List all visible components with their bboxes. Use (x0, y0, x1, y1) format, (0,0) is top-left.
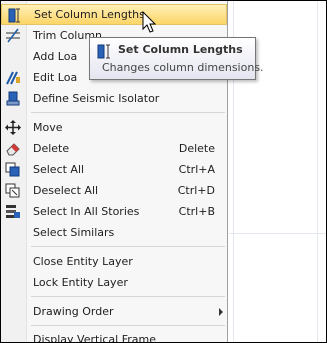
menu-item-label: Delete (33, 142, 70, 155)
menu-item-set-column-lengths[interactable]: Set Column Lengths (1, 4, 227, 25)
menu-item-select-in-all-stories[interactable]: Select In All Stories Ctrl+B (1, 201, 227, 222)
menu-item-select-all[interactable]: Select All Ctrl+A (1, 159, 227, 180)
menu-item-select-similars[interactable]: Select Similars (1, 222, 227, 243)
grid-line (229, 233, 326, 234)
menu-item-label: Define Seismic Isolator (33, 92, 160, 105)
column-length-icon (95, 44, 113, 59)
menu-item-label: Add Loa (33, 50, 78, 63)
submenu-arrow-icon (219, 308, 223, 316)
menu-item-shortcut: Ctrl+A (178, 163, 215, 176)
deselect-all-icon (4, 182, 22, 199)
menu-item-lock-entity-layer[interactable]: Lock Entity Layer (1, 272, 227, 293)
select-stories-icon (4, 203, 22, 220)
menu-item-shortcut: Ctrl+B (178, 205, 215, 218)
edit-load-icon (4, 69, 22, 86)
column-length-icon (5, 7, 23, 24)
menu-separator (31, 296, 225, 297)
menu-item-drawing-order[interactable]: Drawing Order (1, 301, 227, 322)
menu-item-label: Deselect All (33, 184, 99, 197)
menu-item-deselect-all[interactable]: Deselect All Ctrl+D (1, 180, 227, 201)
menu-item-display-vertical-frame[interactable]: Display Vertical Frame (1, 329, 227, 342)
menu-separator (31, 112, 225, 113)
menu-item-close-entity-layer[interactable]: Close Entity Layer (1, 251, 227, 272)
menu-item-label: Select Similars (33, 226, 115, 239)
move-icon (4, 119, 22, 136)
menu-item-label: Set Column Lengths (34, 8, 145, 21)
eraser-icon (4, 140, 22, 157)
tooltip-description: Changes column dimensions. (102, 61, 264, 74)
menu-item-delete[interactable]: Delete Delete (1, 138, 227, 159)
menu-separator (31, 325, 225, 326)
isolator-icon (4, 90, 22, 107)
menu-item-label: Lock Entity Layer (33, 276, 128, 289)
menu-item-move[interactable]: Move (1, 117, 227, 138)
tooltip-title: Set Column Lengths (118, 43, 243, 56)
select-all-icon (4, 161, 22, 178)
menu-item-shortcut: Ctrl+D (177, 184, 215, 197)
menu-item-label: Edit Loa (33, 71, 78, 84)
menu-separator (31, 246, 225, 247)
tooltip: Set Column Lengths Changes column dimens… (89, 37, 264, 80)
menu-item-label: Move (33, 121, 63, 134)
trim-icon (4, 27, 22, 44)
menu-item-label: Select In All Stories (33, 205, 140, 218)
menu-item-label: Display Vertical Frame (33, 333, 156, 342)
menu-item-label: Select All (33, 163, 85, 176)
menu-item-label: Drawing Order (33, 305, 114, 318)
menu-item-define-seismic-isolator[interactable]: Define Seismic Isolator (1, 88, 227, 109)
menu-item-label: Close Entity Layer (33, 255, 133, 268)
mouse-cursor-icon (142, 11, 157, 33)
menu-item-shortcut: Delete (178, 142, 215, 155)
grid-line (317, 1, 318, 342)
